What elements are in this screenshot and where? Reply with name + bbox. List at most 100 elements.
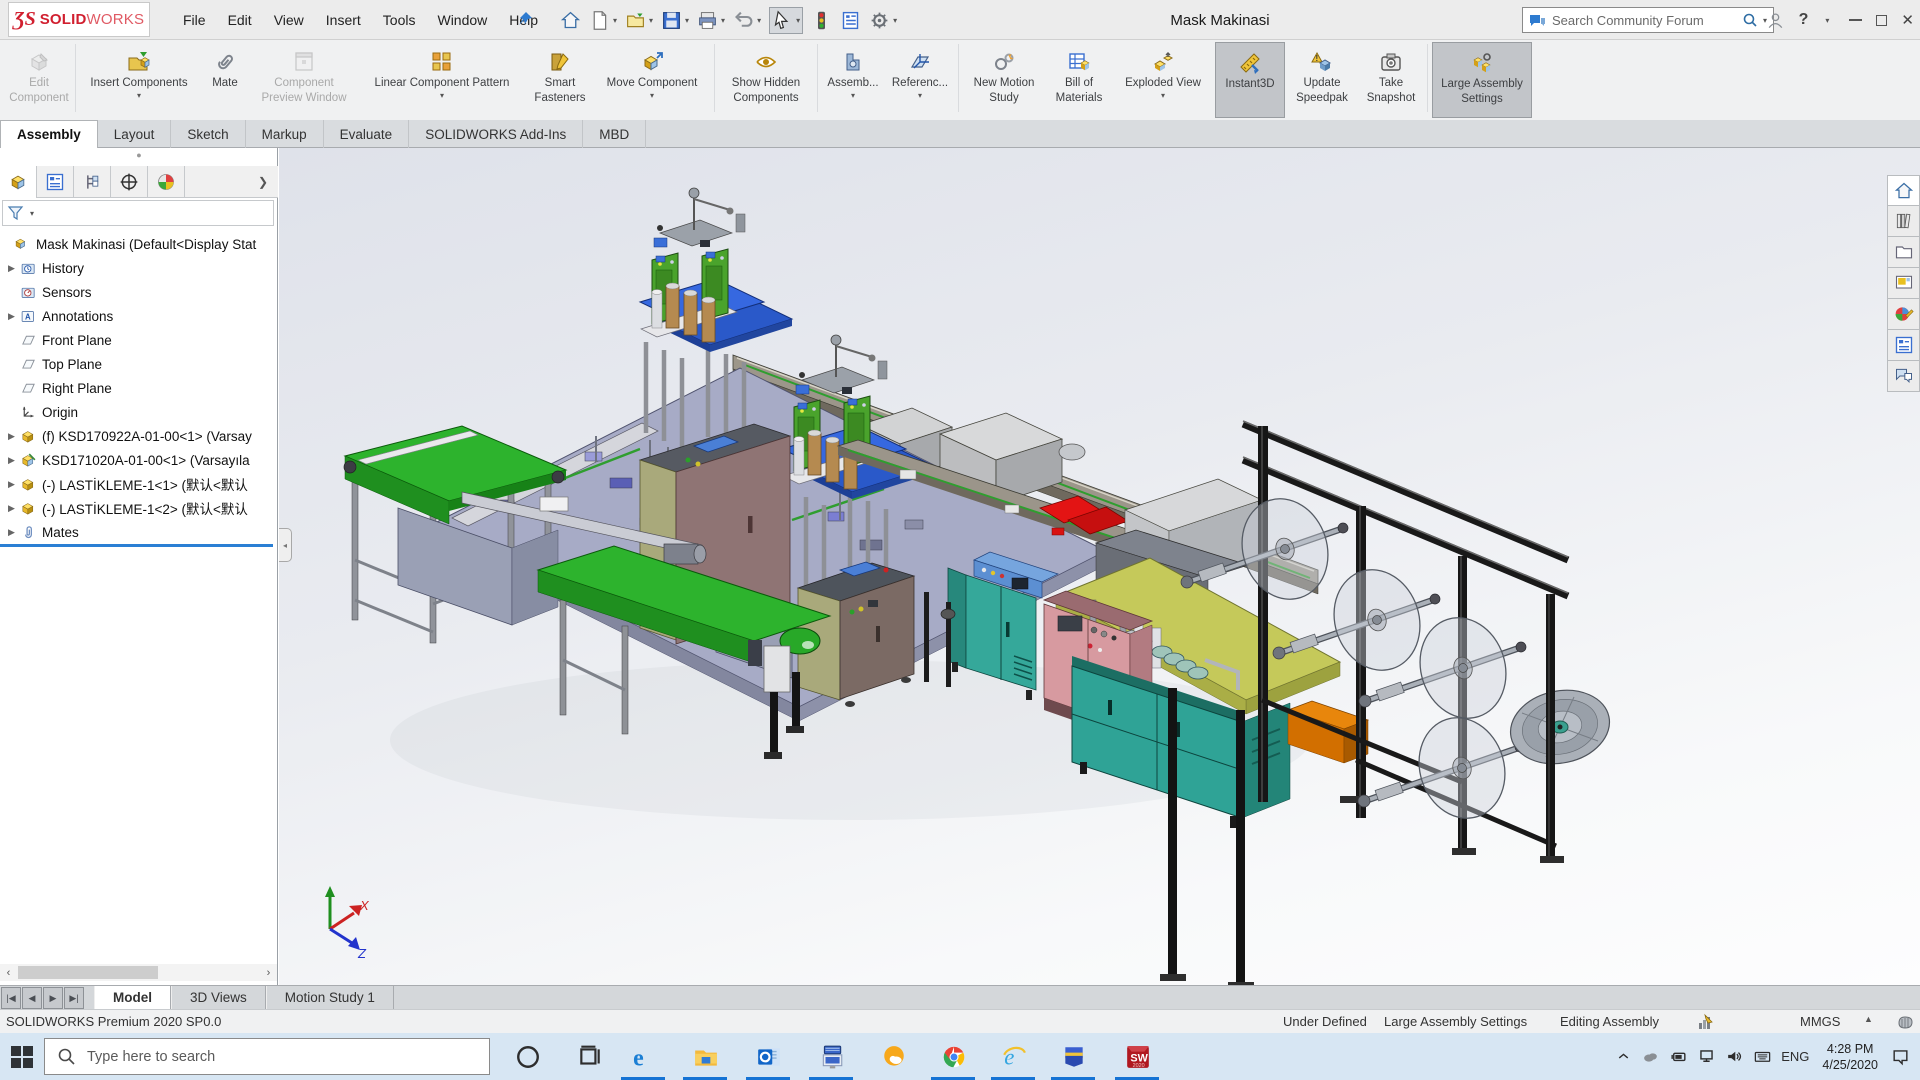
tree-item[interactable]: ▶History: [0, 256, 278, 280]
tab-sketch[interactable]: Sketch: [171, 120, 245, 148]
scroll-left-arrow[interactable]: ‹: [0, 967, 17, 979]
taskpane-home-tab[interactable]: [1887, 175, 1920, 206]
qat-print-button[interactable]: ▾: [697, 10, 725, 31]
taskpane-appearance-tab[interactable]: [1887, 299, 1920, 330]
menu-view[interactable]: View: [263, 8, 315, 32]
tab-layout[interactable]: Layout: [98, 120, 172, 148]
ribbon-instant3d-button[interactable]: Instant3D: [1215, 42, 1285, 118]
qat-newdoc-button[interactable]: ▾: [589, 10, 617, 31]
doc-tab-motion-study-1[interactable]: Motion Study 1: [266, 986, 394, 1009]
tree-item[interactable]: Origin: [0, 400, 278, 424]
pin-icon[interactable]: [516, 10, 534, 28]
ribbon-speedpak-button[interactable]: !UpdateSpeedpak: [1287, 42, 1357, 118]
taskpane-palette-tab[interactable]: [1887, 268, 1920, 299]
taskbar-weather-icon[interactable]: [880, 1043, 908, 1071]
ribbon-mate-button[interactable]: Mate: [200, 42, 250, 118]
taskbar-flag-icon[interactable]: [1060, 1043, 1088, 1071]
status-units[interactable]: MMGS: [1800, 1014, 1840, 1029]
qat-cursor-button[interactable]: ▾: [769, 7, 803, 34]
doc-tab-3d-views[interactable]: 3D Views: [171, 986, 266, 1009]
qat-save-button[interactable]: ▾: [661, 10, 689, 31]
close-button[interactable]: ✕: [1901, 11, 1914, 29]
tab-assembly[interactable]: Assembly: [0, 120, 98, 148]
tray-language[interactable]: ENG: [1781, 1049, 1809, 1064]
panel-splitter-dot[interactable]: ●: [0, 148, 278, 166]
taskpane-forum-tab[interactable]: [1887, 361, 1920, 392]
panel-tab-props[interactable]: [37, 166, 74, 198]
taskpane-props-tab[interactable]: [1887, 330, 1920, 361]
community-search[interactable]: Search Community Forum ▾: [1522, 7, 1774, 33]
tree-item[interactable]: Sensors: [0, 280, 278, 304]
ribbon-showhidden-button[interactable]: Show HiddenComponents: [719, 42, 813, 118]
tray-action-center-icon[interactable]: [1891, 1047, 1910, 1066]
taskbar-outlook-icon[interactable]: [755, 1043, 783, 1071]
panel-tab-dimx[interactable]: [111, 166, 148, 198]
taskbar-computer-icon[interactable]: [818, 1043, 846, 1071]
taskpane-library-tab[interactable]: [1887, 206, 1920, 237]
qat-gear-button[interactable]: ▾: [869, 10, 897, 31]
status-units-arrow[interactable]: ▲: [1864, 1014, 1873, 1024]
graphics-viewport[interactable]: XZ: [279, 148, 1920, 985]
ribbon-preview-button[interactable]: ComponentPreview Window: [252, 42, 356, 118]
taskbar-search[interactable]: Type here to search: [44, 1038, 490, 1075]
taskbar-ie-icon[interactable]: e: [1000, 1043, 1028, 1071]
ribbon-largeasm-button[interactable]: Large AssemblySettings: [1432, 42, 1532, 118]
scroll-thumb[interactable]: [18, 966, 158, 979]
tree-item[interactable]: Mask Makinasi (Default<Display Stat: [0, 232, 278, 256]
panel-tab-overflow-arrow[interactable]: ❯: [248, 166, 278, 197]
tray-cloud-icon[interactable]: [1641, 1047, 1660, 1066]
panel-horizontal-scrollbar[interactable]: ‹ ›: [0, 964, 277, 981]
tab-evaluate[interactable]: Evaluate: [324, 120, 410, 148]
tab-nav-next[interactable]: ▶: [43, 987, 63, 1009]
tree-item[interactable]: ▶KSD171020A-01-00<1> (Varsayıla: [0, 448, 278, 472]
machine-3d-model[interactable]: XZ: [279, 148, 1920, 985]
ribbon-insert-button[interactable]: Insert Components▾: [80, 42, 198, 118]
tab-nav-prev[interactable]: ◀: [22, 987, 42, 1009]
scroll-right-arrow[interactable]: ›: [260, 967, 277, 979]
tree-item[interactable]: ▶AAnnotations: [0, 304, 278, 328]
ribbon-snapshot-button[interactable]: TakeSnapshot: [1359, 42, 1423, 118]
menu-window[interactable]: Window: [426, 8, 498, 32]
qat-open-button[interactable]: ▾: [625, 10, 653, 31]
panel-tab-display[interactable]: [148, 166, 185, 198]
ribbon-movecomp-button[interactable]: Move Component▾: [594, 42, 710, 118]
tray-power-icon[interactable]: [1669, 1047, 1688, 1066]
ribbon-exploded-button[interactable]: Exploded View▾: [1113, 42, 1213, 118]
qat-traffic-button[interactable]: [811, 10, 832, 31]
ribbon-motion-button[interactable]: New MotionStudy: [963, 42, 1045, 118]
tray-keyboard-icon[interactable]: [1753, 1047, 1772, 1066]
taskbar-taskview-icon[interactable]: [576, 1043, 604, 1071]
tree-item[interactable]: ▶(-) LASTİKLEME-1<2> (默认<默认: [0, 496, 278, 520]
help-icon[interactable]: ?: [1799, 11, 1809, 29]
taskbar-sw-icon[interactable]: SW2020: [1124, 1043, 1152, 1071]
tree-item[interactable]: ▶(f) KSD170922A-01-00<1> (Varsay: [0, 424, 278, 448]
panel-tab-asmtree[interactable]: [0, 166, 37, 198]
tree-item[interactable]: ▶Mates: [0, 520, 278, 544]
tab-solidworks-add-ins[interactable]: SOLIDWORKS Add-Ins: [409, 120, 583, 148]
tab-nav-first[interactable]: |◀: [1, 987, 21, 1009]
qat-report-button[interactable]: [840, 10, 861, 31]
panel-tab-config[interactable]: [74, 166, 111, 198]
ribbon-bom-button[interactable]: Bill ofMaterials: [1047, 42, 1111, 118]
user-icon[interactable]: [1766, 11, 1785, 30]
search-icon[interactable]: [1742, 12, 1760, 28]
taskbar-cortana-icon[interactable]: [514, 1043, 542, 1071]
taskbar-folder-icon[interactable]: [692, 1043, 720, 1071]
ribbon-editcomp-button[interactable]: EditComponent: [7, 42, 71, 118]
tray-chevron-icon[interactable]: [1615, 1048, 1632, 1065]
menu-edit[interactable]: Edit: [217, 8, 263, 32]
taskbar-chrome-icon[interactable]: [940, 1043, 968, 1071]
taskbar-edge-icon[interactable]: e: [630, 1043, 658, 1071]
tree-filter[interactable]: ▾: [2, 200, 274, 226]
ribbon-pattern-button[interactable]: Linear Component Pattern▾: [358, 42, 526, 118]
menu-tools[interactable]: Tools: [372, 8, 427, 32]
minimize-button[interactable]: [1849, 19, 1862, 21]
tray-network-icon[interactable]: [1697, 1047, 1716, 1066]
menu-file[interactable]: File: [172, 8, 217, 32]
tree-item[interactable]: ▶(-) LASTİKLEME-1<1> (默认<默认: [0, 472, 278, 496]
qat-home-button[interactable]: [560, 10, 581, 31]
start-button[interactable]: [10, 1045, 34, 1069]
ribbon-fasteners-button[interactable]: SmartFasteners: [528, 42, 592, 118]
tray-volume-icon[interactable]: [1725, 1047, 1744, 1066]
ribbon-assemfeat-button[interactable]: Assemb...▾: [822, 42, 884, 118]
